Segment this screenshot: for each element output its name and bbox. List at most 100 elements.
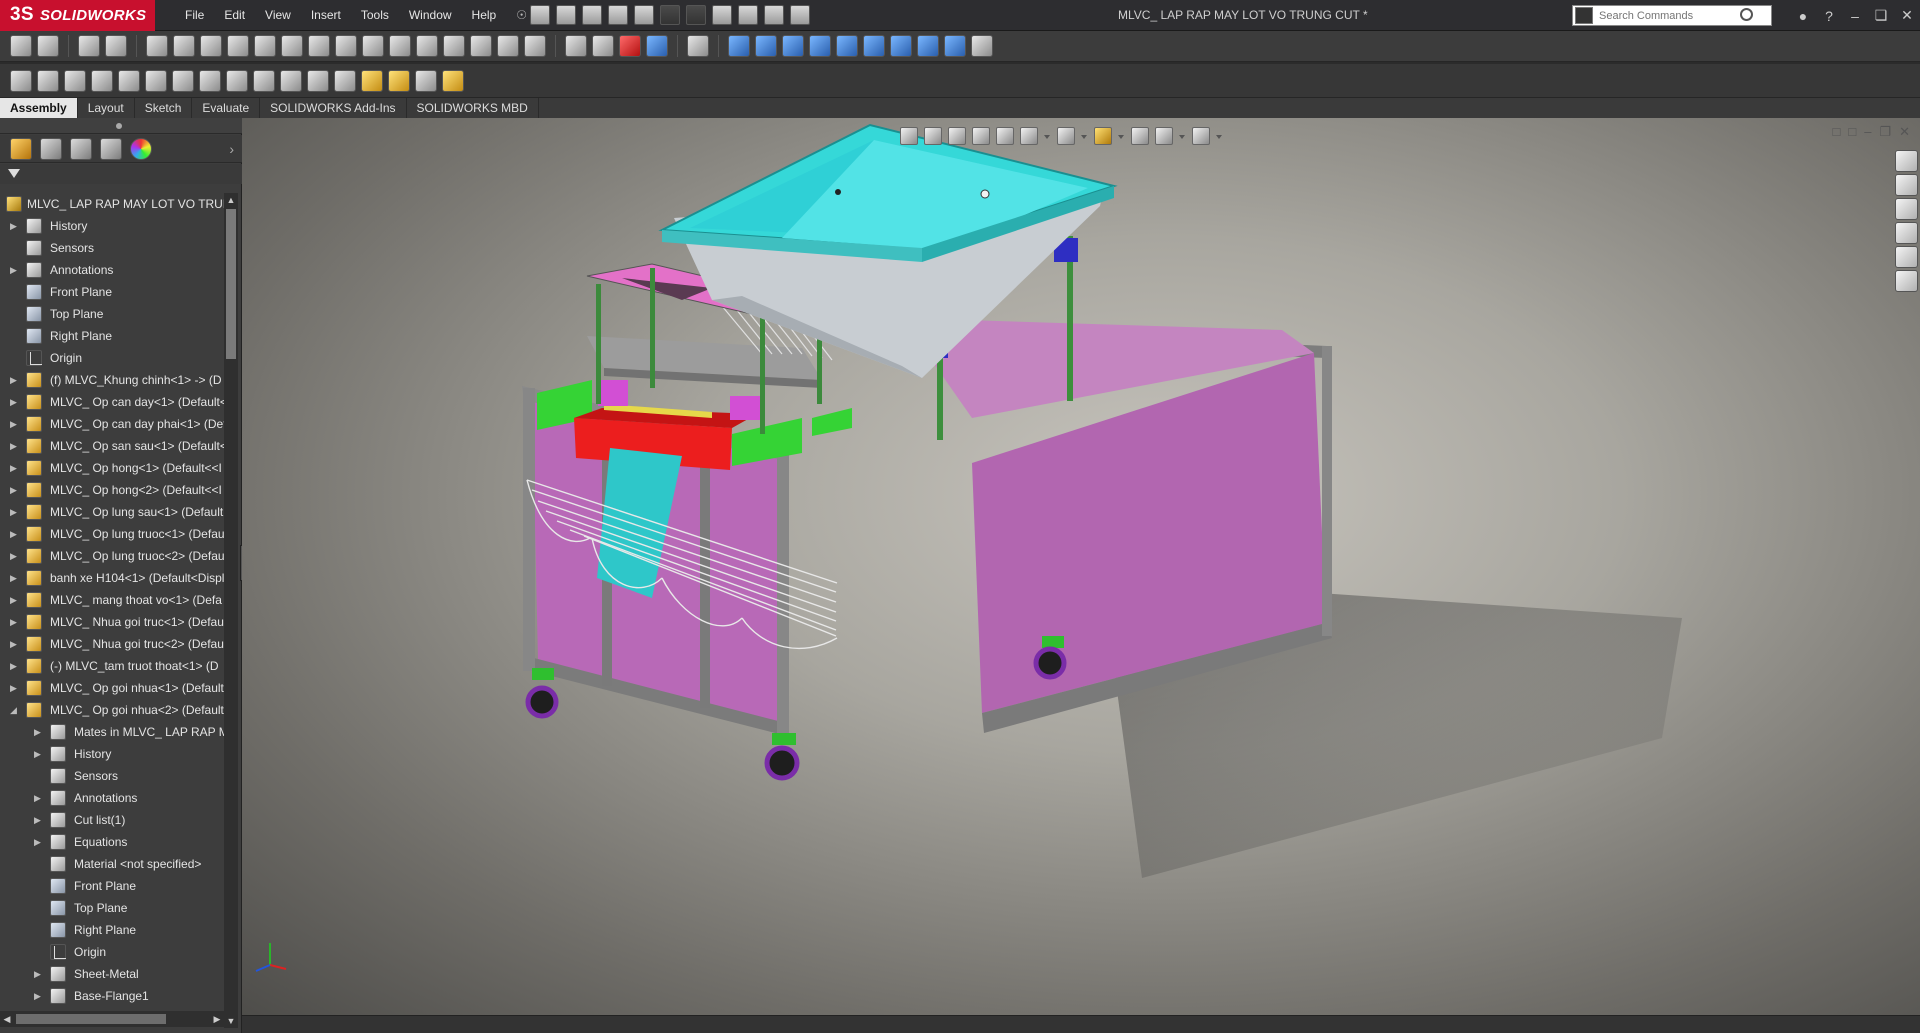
tab-evaluate[interactable]: Evaluate <box>192 98 261 118</box>
mirror-components-icon[interactable] <box>199 69 221 92</box>
user-icon[interactable]: ● <box>1790 8 1816 24</box>
tree-item[interactable]: ▶ banh xe H104<1> (Default<Displ <box>0 567 224 589</box>
simulation-icon[interactable] <box>646 35 668 57</box>
filter-icon[interactable] <box>8 169 20 178</box>
tree-item[interactable]: ▶ MLVC_ Nhua goi truc<2> (Defau <box>0 633 224 655</box>
expand-arrow-icon[interactable]: ▶ <box>10 611 20 633</box>
displaymanager-tab-icon[interactable] <box>130 137 152 160</box>
dimetric-view-icon[interactable] <box>944 35 966 57</box>
tree-item[interactable]: ▶ History <box>0 215 224 237</box>
scroll-left-icon[interactable]: ◀ <box>0 1011 14 1027</box>
configuration-manager-icon[interactable] <box>118 69 140 92</box>
assembly-xpert-icon[interactable] <box>307 69 329 92</box>
normal-to-icon[interactable] <box>687 35 709 57</box>
menu-view[interactable]: View <box>255 0 301 31</box>
expand-arrow-icon[interactable]: ▶ <box>10 435 20 457</box>
expand-arrow-icon[interactable]: ▶ <box>34 831 44 853</box>
tile-view-icon[interactable]: □ <box>1848 124 1856 140</box>
tree-item[interactable]: ▶ MLVC_ Op hong<1> (Default<<I <box>0 457 224 479</box>
tree-vertical-scrollbar[interactable]: ▲ ▼ <box>224 193 238 1028</box>
design-library-icon[interactable] <box>1895 174 1918 196</box>
dropdown-chevron-icon[interactable] <box>1118 133 1125 140</box>
mate-icon[interactable] <box>37 35 59 57</box>
green-block-right[interactable] <box>732 418 802 466</box>
large-design-review-icon[interactable] <box>361 69 383 92</box>
tree-item[interactable]: Origin <box>0 941 224 963</box>
expand-arrow-icon[interactable]: ▶ <box>34 787 44 809</box>
guide-rod[interactable] <box>760 314 765 434</box>
caster-wheel[interactable] <box>764 733 800 781</box>
take-snapshot-icon[interactable] <box>415 69 437 92</box>
menu-window[interactable]: Window <box>399 0 462 31</box>
assembly-visualization-icon[interactable] <box>565 35 587 57</box>
search-commands-input[interactable] <box>1599 9 1739 22</box>
bearing-block-left[interactable] <box>598 380 628 406</box>
open-document-icon[interactable] <box>582 5 602 25</box>
menu-edit[interactable]: Edit <box>214 0 255 31</box>
assembly-features-icon[interactable] <box>254 35 276 57</box>
tab-sketch[interactable]: Sketch <box>135 98 193 118</box>
expand-arrow-icon[interactable]: ▶ <box>10 677 20 699</box>
tree-item[interactable]: Right Plane <box>0 325 224 347</box>
tree-item[interactable]: ▶ (f) MLVC_Khung chinh<1> -> (D <box>0 369 224 391</box>
bottom-view-icon[interactable] <box>863 35 885 57</box>
bill-of-materials-icon[interactable] <box>335 35 357 57</box>
solidworks-resources-icon[interactable] <box>1895 150 1918 172</box>
scroll-down-icon[interactable]: ▼ <box>224 1014 238 1028</box>
tree-item[interactable]: Origin <box>0 347 224 369</box>
solidworks-logo[interactable]: 3S SOLIDWORKS <box>0 0 155 31</box>
file-properties-icon[interactable] <box>764 5 784 25</box>
right-view-icon[interactable] <box>809 35 831 57</box>
tree-item[interactable]: Front Plane <box>0 281 224 303</box>
tree-item[interactable]: Front Plane <box>0 875 224 897</box>
exploded-view-icon[interactable] <box>389 35 411 57</box>
dropdown-chevron-icon[interactable] <box>1081 133 1088 140</box>
redo-icon[interactable] <box>686 5 706 25</box>
view-orientation-icon[interactable] <box>1020 127 1038 145</box>
section-view-icon[interactable] <box>972 127 990 145</box>
frame-leg-back-right[interactable] <box>1322 346 1332 636</box>
expand-arrow-icon[interactable]: ▶ <box>10 501 20 523</box>
show-hidden-icon[interactable] <box>227 35 249 57</box>
tree-item[interactable]: ▶ MLVC_ Op can day<1> (Default< <box>0 391 224 413</box>
transparency-icon[interactable] <box>64 69 86 92</box>
check-icon[interactable] <box>334 69 356 92</box>
sum-icon[interactable] <box>362 35 384 57</box>
zoom-to-area-icon[interactable] <box>924 127 942 145</box>
expand-arrow-icon[interactable]: ▶ <box>10 413 20 435</box>
expand-arrow-icon[interactable]: ▶ <box>10 457 20 479</box>
tree-item[interactable]: Right Plane <box>0 919 224 941</box>
tree-item[interactable]: ▶ MLVC_ Op goi nhua<1> (Default <box>0 677 224 699</box>
tree-item[interactable]: ▶ Base-Flange1 <box>0 985 224 1007</box>
scroll-thumb[interactable] <box>226 209 236 359</box>
split-view-icon[interactable]: □ <box>1832 124 1840 140</box>
expand-arrow-icon[interactable]: ▶ <box>10 633 20 655</box>
expand-arrow-icon[interactable]: ▶ <box>10 369 20 391</box>
tree-item[interactable]: ▶ MLVC_ Op can day phai<1> (Def <box>0 413 224 435</box>
hide-show-items-icon[interactable] <box>1094 127 1112 145</box>
expand-arrow-icon[interactable]: ▶ <box>10 391 20 413</box>
save-icon[interactable] <box>608 5 628 25</box>
linear-pattern-icon[interactable] <box>146 35 168 57</box>
new-motion-study-icon[interactable] <box>308 35 330 57</box>
move-component-icon[interactable] <box>173 35 195 57</box>
view-palette-icon[interactable] <box>1895 222 1918 244</box>
collapse-arrow-icon[interactable]: ◢ <box>10 699 20 721</box>
trimetric-view-icon[interactable] <box>917 35 939 57</box>
graphics-area[interactable]: □ □ – ❐ ✕ <box>242 118 1920 1015</box>
more-tabs-chevron-icon[interactable]: › <box>229 141 234 157</box>
tree-item[interactable]: ▶ MLVC_ Op lung truoc<1> (Defau <box>0 523 224 545</box>
tree-item[interactable]: ▶ MLVC_ Op lung sau<1> (Default <box>0 501 224 523</box>
stop-icon[interactable] <box>619 35 641 57</box>
tree-item[interactable]: ▶ MLVC_ Op lung truoc<2> (Defau <box>0 545 224 567</box>
tab-solidworks-mbd[interactable]: SOLIDWORKS MBD <box>407 98 539 118</box>
restore-icon[interactable]: ❏ <box>1868 7 1894 24</box>
edit-component-icon[interactable] <box>10 69 32 92</box>
front-view-icon[interactable] <box>728 35 750 57</box>
menu-insert[interactable]: Insert <box>301 0 351 31</box>
tree-item[interactable]: Top Plane <box>0 303 224 325</box>
appearances-scenes-icon[interactable] <box>1895 246 1918 268</box>
instant3d-icon[interactable] <box>416 35 438 57</box>
expand-arrow-icon[interactable]: ▶ <box>10 545 20 567</box>
viewport-close-icon[interactable]: ✕ <box>1899 124 1910 140</box>
